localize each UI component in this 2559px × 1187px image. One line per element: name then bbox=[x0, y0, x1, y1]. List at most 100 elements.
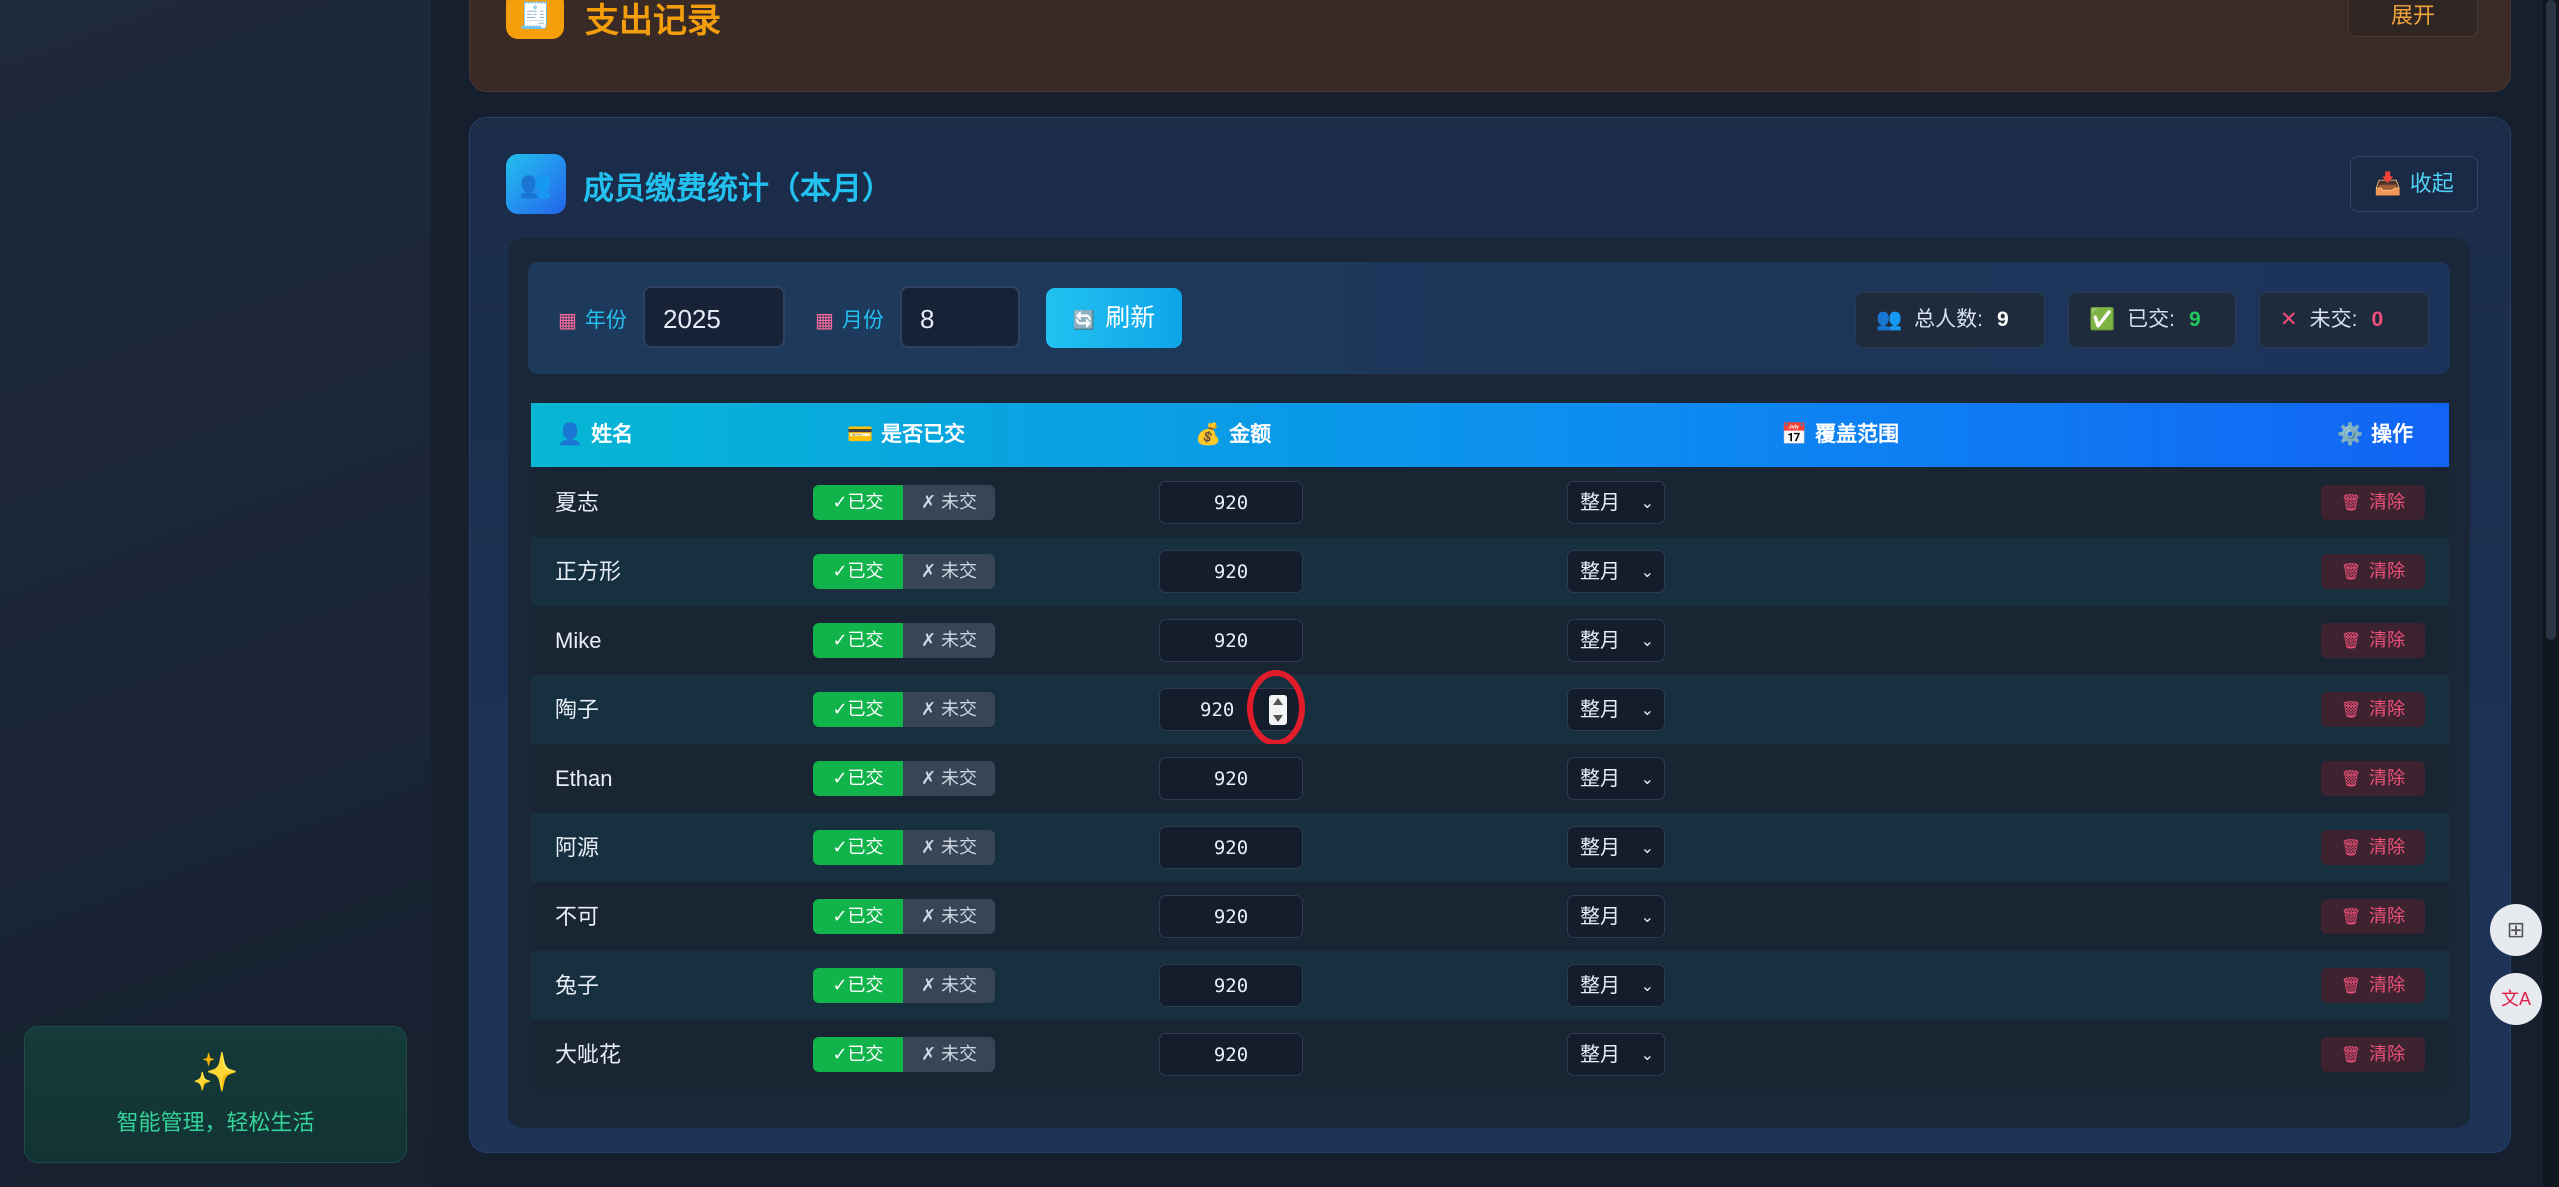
clear-label: 清除 bbox=[2369, 699, 2406, 719]
unpaid-option[interactable]: ✗ 未交 bbox=[903, 485, 995, 520]
unpaid-option[interactable]: ✗ 未交 bbox=[903, 1037, 995, 1072]
range-select[interactable]: 整月 ⌄ bbox=[1567, 964, 1665, 1007]
chevron-down-icon: ⌄ bbox=[1640, 495, 1654, 512]
member-name: 夏志 bbox=[555, 490, 600, 515]
scrollbar-thumb[interactable] bbox=[2546, 0, 2556, 640]
tagline-text: 智能管理，轻松生活 bbox=[116, 1110, 315, 1135]
clear-label: 清除 bbox=[2369, 561, 2406, 581]
paid-toggle[interactable]: ✓已交 ✗ 未交 bbox=[813, 761, 995, 796]
expand-button[interactable]: 展开 bbox=[2348, 0, 2478, 37]
range-select[interactable]: 整月 ⌄ bbox=[1567, 619, 1665, 662]
amount-input[interactable]: 920 bbox=[1159, 964, 1303, 1007]
col-range-label: 覆盖范围 bbox=[1815, 423, 1900, 446]
calendar-icon: 📅 bbox=[1781, 423, 1808, 446]
table-row: Mike ✓已交 ✗ 未交 920 整月 ⌄ 🗑 清除 bbox=[531, 606, 2449, 675]
unpaid-option[interactable]: ✗ 未交 bbox=[903, 968, 995, 1003]
trash-icon: 🗑 bbox=[2340, 495, 2362, 512]
amount-input[interactable]: 920 bbox=[1159, 619, 1303, 662]
sparkles-icon: ✨ bbox=[191, 1052, 240, 1094]
unpaid-option[interactable]: ✗ 未交 bbox=[903, 761, 995, 796]
trash-icon: 🗑 bbox=[2340, 633, 2362, 650]
year-input[interactable]: 2025 bbox=[643, 286, 785, 348]
refresh-icon: 🔄 bbox=[1072, 310, 1096, 330]
table-row: 陶子 ✓已交 ✗ 未交 920 整月 ⌄ 🗑 清除 bbox=[531, 670, 2449, 746]
calendar-icon: ▦ bbox=[815, 310, 834, 332]
table-row: 不可 ✓已交 ✗ 未交 920 整月 ⌄ 🗑 清除 bbox=[531, 882, 2449, 951]
paid-toggle[interactable]: ✓已交 ✗ 未交 bbox=[813, 899, 995, 934]
month-input[interactable]: 8 bbox=[900, 286, 1020, 348]
clear-button[interactable]: 🗑 清除 bbox=[2321, 1037, 2425, 1072]
table-row: 阿源 ✓已交 ✗ 未交 920 整月 ⌄ 🗑 清除 bbox=[531, 813, 2449, 882]
clear-label: 清除 bbox=[2369, 492, 2406, 512]
refresh-label: 刷新 bbox=[1105, 304, 1156, 332]
total-stat: 👥 总人数: 9 bbox=[1855, 292, 2045, 348]
range-select[interactable]: 整月 ⌄ bbox=[1567, 895, 1665, 938]
chevron-down-icon: ⌄ bbox=[1640, 633, 1654, 650]
paid-toggle[interactable]: ✓已交 ✗ 未交 bbox=[813, 485, 995, 520]
col-amount: 💰 金额 bbox=[1195, 403, 1271, 467]
clear-button[interactable]: 🗑 清除 bbox=[2321, 830, 2425, 865]
paid-toggle[interactable]: ✓已交 ✗ 未交 bbox=[813, 830, 995, 865]
range-select[interactable]: 整月 ⌄ bbox=[1567, 826, 1665, 869]
table-row: 正方形 ✓已交 ✗ 未交 920 整月 ⌄ 🗑 清除 bbox=[531, 537, 2449, 606]
range-value: 整月 bbox=[1580, 975, 1620, 997]
paid-option[interactable]: ✓已交 bbox=[813, 830, 903, 865]
translate-icon[interactable]: 文A bbox=[2490, 973, 2542, 1025]
clear-button[interactable]: 🗑 清除 bbox=[2321, 692, 2425, 727]
paid-label: 已交: bbox=[2127, 308, 2175, 331]
paid-option[interactable]: ✓已交 bbox=[813, 554, 903, 589]
range-select[interactable]: 整月 ⌄ bbox=[1567, 757, 1665, 800]
check-box-icon: ✅ bbox=[2089, 308, 2116, 331]
expense-card: 🧾 支出记录 展开 bbox=[469, 0, 2511, 92]
range-value: 整月 bbox=[1580, 837, 1620, 859]
clear-button[interactable]: 🗑 清除 bbox=[2321, 554, 2425, 589]
paid-toggle[interactable]: ✓已交 ✗ 未交 bbox=[813, 968, 995, 1003]
clear-button[interactable]: 🗑 清除 bbox=[2321, 899, 2425, 934]
amount-input[interactable]: 920 bbox=[1159, 757, 1303, 800]
amount-input[interactable]: 920 bbox=[1159, 895, 1303, 938]
range-select[interactable]: 整月 ⌄ bbox=[1567, 481, 1665, 524]
amount-input[interactable]: 920 bbox=[1159, 1033, 1303, 1076]
paid-option[interactable]: ✓已交 bbox=[813, 761, 903, 796]
paid-option[interactable]: ✓已交 bbox=[813, 692, 903, 727]
unpaid-option[interactable]: ✗ 未交 bbox=[903, 692, 995, 727]
paid-option[interactable]: ✓已交 bbox=[813, 968, 903, 1003]
range-select[interactable]: 整月 ⌄ bbox=[1567, 1033, 1665, 1076]
page-scrollbar[interactable] bbox=[2543, 0, 2559, 1187]
col-name-label: 姓名 bbox=[591, 423, 634, 446]
collapse-button[interactable]: 📥 收起 bbox=[2350, 156, 2478, 212]
paid-toggle[interactable]: ✓已交 ✗ 未交 bbox=[813, 1037, 995, 1072]
paid-option[interactable]: ✓已交 bbox=[813, 1037, 903, 1072]
clear-button[interactable]: 🗑 清除 bbox=[2321, 761, 2425, 796]
sidebar: ✨ 智能管理，轻松生活 bbox=[0, 0, 432, 1187]
clear-label: 清除 bbox=[2369, 630, 2406, 650]
trash-icon: 🗑 bbox=[2340, 840, 2362, 857]
paid-option[interactable]: ✓已交 bbox=[813, 485, 903, 520]
range-select[interactable]: 整月 ⌄ bbox=[1567, 688, 1665, 731]
clear-label: 清除 bbox=[2369, 1044, 2406, 1064]
refresh-button[interactable]: 🔄 刷新 bbox=[1046, 288, 1182, 348]
range-value: 整月 bbox=[1580, 492, 1620, 514]
paid-value: 9 bbox=[2189, 308, 2201, 331]
amount-input[interactable]: 920 bbox=[1159, 826, 1303, 869]
paid-option[interactable]: ✓已交 bbox=[813, 623, 903, 658]
clear-button[interactable]: 🗑 清除 bbox=[2321, 968, 2425, 1003]
paid-toggle[interactable]: ✓已交 ✗ 未交 bbox=[813, 623, 995, 658]
amount-input[interactable]: 920 bbox=[1159, 481, 1303, 524]
amount-input[interactable]: 920 bbox=[1159, 550, 1303, 593]
table-row: Ethan ✓已交 ✗ 未交 920 整月 ⌄ 🗑 清除 bbox=[531, 744, 2449, 813]
month-label-group: ▦ 月份 bbox=[815, 304, 884, 334]
paid-toggle[interactable]: ✓已交 ✗ 未交 bbox=[813, 692, 995, 727]
paid-toggle[interactable]: ✓已交 ✗ 未交 bbox=[813, 554, 995, 589]
expense-card-title: 支出记录 bbox=[585, 2, 721, 40]
unpaid-option[interactable]: ✗ 未交 bbox=[903, 623, 995, 658]
unpaid-option[interactable]: ✗ 未交 bbox=[903, 899, 995, 934]
unpaid-option[interactable]: ✗ 未交 bbox=[903, 830, 995, 865]
range-select[interactable]: 整月 ⌄ bbox=[1567, 550, 1665, 593]
year-label-group: ▦ 年份 bbox=[558, 304, 627, 334]
apps-add-icon[interactable]: ⊞ bbox=[2490, 904, 2542, 956]
unpaid-option[interactable]: ✗ 未交 bbox=[903, 554, 995, 589]
paid-option[interactable]: ✓已交 bbox=[813, 899, 903, 934]
clear-button[interactable]: 🗑 清除 bbox=[2321, 485, 2425, 520]
clear-button[interactable]: 🗑 清除 bbox=[2321, 623, 2425, 658]
